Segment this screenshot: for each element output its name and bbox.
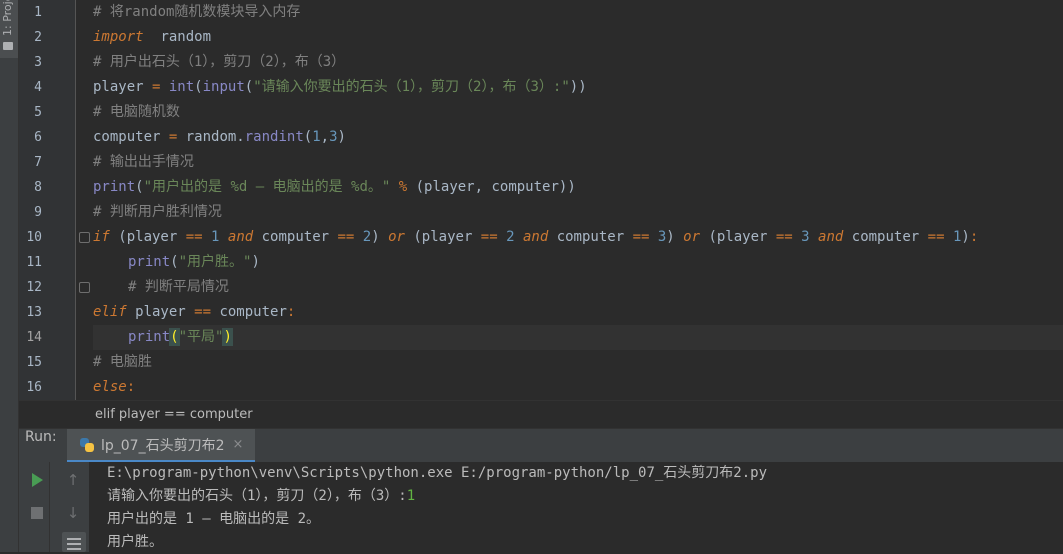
rerun-button[interactable] (27, 470, 47, 490)
run-tab[interactable]: lp_07_石头剪刀布2 × (67, 429, 256, 462)
code-editor[interactable]: 1 2 3 4 5 6 7 8 9 10 11 12 13 14 15 16 #… (19, 0, 1063, 400)
code-area[interactable]: # 将random随机数模块导入内存 import random # 用户出石头… (93, 0, 1063, 400)
run-tab-label: lp_07_石头剪刀布2 (101, 437, 225, 454)
console-output[interactable]: E:\program-python\venv\Scripts\python.ex… (89, 462, 1063, 552)
run-panel-header: Run: lp_07_石头剪刀布2 × (19, 428, 1063, 462)
code-line: # 判断用户胜利情况 (93, 204, 222, 220)
line-number: 1 (34, 5, 42, 20)
line-number: 15 (26, 355, 42, 370)
folder-icon (3, 42, 13, 50)
line-number-gutter: 1 2 3 4 5 6 7 8 9 10 11 12 13 14 15 16 (19, 0, 90, 400)
code-line: elif player == computer: (93, 304, 296, 320)
console-user-input: 1 (406, 488, 416, 504)
run-toolbar: ↑ ↓ (19, 462, 89, 552)
line-number: 6 (34, 130, 42, 145)
line-number: 4 (34, 80, 42, 95)
fold-marker-icon[interactable] (79, 282, 90, 293)
line-number: 16 (26, 380, 42, 395)
line-number: 10 (26, 230, 42, 245)
close-icon[interactable]: × (233, 437, 244, 452)
line-number: 12 (26, 280, 42, 295)
line-number-current: 14 (26, 330, 42, 345)
line-number: 9 (34, 205, 42, 220)
fold-marker-icon[interactable] (79, 232, 90, 243)
code-line: # 输出出手情况 (93, 154, 194, 170)
play-icon (31, 473, 43, 487)
code-line: print("用户出的是 %d — 电脑出的是 %d。" % (player, … (93, 179, 576, 195)
code-line: # 将random随机数模块导入内存 (93, 4, 301, 20)
project-tab-label: 1: Project (1, 0, 14, 36)
code-line-current: print("平局") (93, 325, 1063, 350)
stop-button[interactable] (27, 503, 47, 523)
console-line: 请输入你要出的石头（1），剪刀（2），布（3）:1 (107, 488, 416, 504)
code-line: else: (93, 379, 136, 395)
code-line: computer = random.randint(1,3) (93, 129, 346, 145)
line-number: 5 (34, 105, 42, 120)
line-number: 7 (34, 155, 42, 170)
code-line: # 电脑随机数 (93, 104, 180, 120)
soft-wrap-button[interactable] (62, 532, 86, 552)
arrow-down-icon: ↓ (66, 504, 80, 522)
code-line: # 用户出石头（1），剪刀（2），布（3） (93, 54, 346, 70)
code-line: # 电脑胜 (93, 354, 152, 370)
left-tool-strip: 1: Project (0, 0, 19, 552)
console-line: E:\program-python\venv\Scripts\python.ex… (107, 465, 768, 481)
line-number: 8 (34, 180, 42, 195)
code-line: # 判断平局情况 (128, 279, 229, 295)
scroll-up-button[interactable]: ↑ (63, 470, 83, 490)
scroll-down-button[interactable]: ↓ (63, 503, 83, 523)
line-number: 2 (34, 30, 42, 45)
breadcrumb-text[interactable]: elif player == computer (95, 401, 253, 428)
line-number: 13 (26, 305, 42, 320)
line-number: 11 (26, 255, 42, 270)
code-line: print("用户胜。") (128, 254, 260, 270)
console-line: 用户胜。 (107, 534, 163, 550)
stop-icon (31, 507, 43, 519)
line-number: 3 (34, 55, 42, 70)
breadcrumb[interactable]: elif player == computer (19, 400, 1063, 428)
code-line: player = int(input("请输入你要出的石头（1），剪刀（2），布… (93, 79, 587, 95)
arrow-up-icon: ↑ (66, 471, 80, 489)
code-line: import random (93, 29, 212, 45)
console-line: 用户出的是 1 — 电脑出的是 2。 (107, 511, 321, 527)
python-icon (79, 437, 95, 453)
project-tool-tab[interactable]: 1: Project (0, 0, 18, 58)
code-line: if (player == 1 and computer == 2) or (p… (93, 229, 979, 245)
run-label: Run: (25, 429, 57, 445)
